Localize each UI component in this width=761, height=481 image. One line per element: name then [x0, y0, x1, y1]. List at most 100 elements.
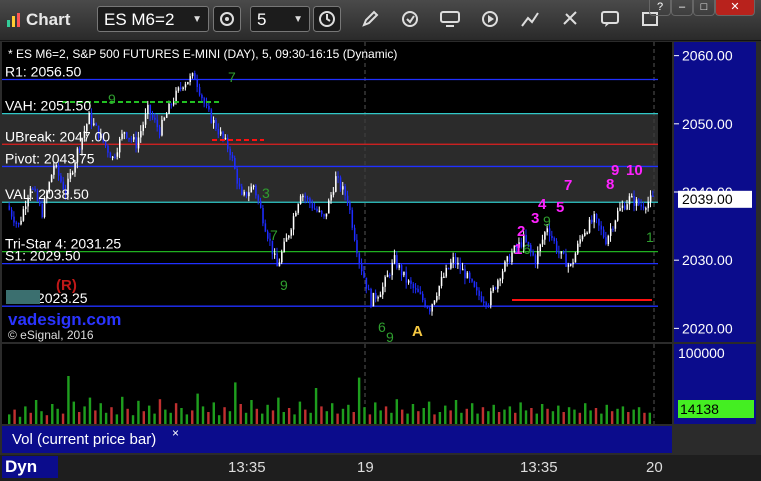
volume-bar: [34, 400, 38, 424]
candle-body: [405, 271, 408, 283]
volume-bar: [540, 404, 544, 424]
candle-body: [290, 229, 292, 236]
volume-bar: [293, 414, 296, 424]
price-chart[interactable]: * ES M6=2, S&P 500 FUTURES E-MINI (DAY),…: [2, 42, 672, 342]
candle-body: [149, 104, 152, 115]
count-label: 9: [108, 91, 116, 107]
get-data-icon[interactable]: [436, 6, 464, 32]
interval-dropdown[interactable]: 5 ▼: [250, 6, 310, 32]
candle-body: [243, 191, 246, 195]
candle-body: [147, 104, 149, 114]
candle-body: [544, 232, 546, 240]
volume-bar: [605, 404, 608, 424]
time-axis-bar: Dyn 13:35 19 13:35 20: [0, 455, 761, 481]
candle-body: [649, 195, 652, 202]
candle-body: [196, 79, 199, 87]
volume-bar: [584, 403, 587, 424]
volume-bar: [417, 411, 420, 424]
maximize-button[interactable]: □: [693, 0, 715, 16]
level-label: R1: 2056.50: [5, 64, 81, 80]
help-button[interactable]: ?: [649, 0, 671, 16]
volume-bar: [363, 407, 366, 424]
symbol-dropdown[interactable]: ES M6=2 ▼: [97, 6, 209, 32]
minimize-button[interactable]: –: [671, 0, 693, 16]
axis-tick-label: 2030.00: [682, 252, 733, 268]
candle-body: [344, 186, 347, 196]
volume-bar: [648, 412, 652, 424]
candle-body: [485, 302, 487, 306]
candle-body: [560, 251, 563, 254]
pencil-icon[interactable]: [356, 6, 384, 32]
candle-body: [217, 128, 220, 135]
clock-icon[interactable]: [313, 6, 341, 32]
count-label: 1: [514, 241, 522, 258]
candle-body: [551, 235, 553, 239]
candle-body: [497, 280, 499, 289]
candle-body: [187, 82, 189, 85]
chart-link-icon[interactable]: [516, 6, 544, 32]
candle-body: [339, 177, 342, 190]
volume-bar: [449, 410, 452, 424]
candle-body: [332, 191, 335, 195]
candle-body: [426, 306, 429, 308]
volume-bar: [519, 402, 522, 424]
volume-bar: [530, 408, 533, 424]
candle-body: [161, 119, 163, 136]
dynamic-mode-button[interactable]: Dyn: [2, 456, 58, 478]
volume-bar: [610, 411, 614, 424]
candle-body: [281, 251, 283, 263]
play-icon[interactable]: [476, 6, 504, 32]
time-label: 20: [646, 459, 663, 476]
candle-body: [534, 255, 537, 265]
candle-body: [335, 176, 337, 192]
candle-body: [17, 222, 20, 225]
candle-body: [72, 172, 74, 175]
volume-bar: [104, 412, 108, 424]
time-label: 19: [357, 459, 374, 476]
candle-body: [443, 276, 445, 279]
tools-icon[interactable]: [556, 6, 584, 32]
volume-bar: [600, 413, 603, 424]
candle-body: [231, 155, 234, 158]
volume-legend[interactable]: Vol (current price bar) ×: [2, 426, 182, 453]
candle-body: [234, 157, 236, 169]
candle-body: [321, 210, 323, 215]
volume-bar: [514, 412, 517, 424]
volume-chart[interactable]: [2, 344, 672, 424]
gear-icon[interactable]: [213, 6, 241, 32]
volume-bar: [153, 413, 156, 424]
volume-bar: [621, 406, 625, 424]
candle-body: [304, 195, 307, 198]
candle-body: [236, 168, 238, 184]
candle-body: [605, 237, 607, 245]
candle-body: [652, 195, 654, 197]
volume-bar: [551, 411, 555, 424]
candle-body: [20, 220, 22, 225]
close-button[interactable]: ✕: [715, 0, 755, 16]
value-area-zone: [2, 113, 658, 203]
candle-body: [297, 204, 300, 213]
close-icon[interactable]: ×: [172, 420, 179, 447]
refresh-icon[interactable]: [396, 6, 424, 32]
candle-body: [285, 237, 288, 242]
volume-bar: [72, 401, 76, 424]
volume-bar: [643, 412, 646, 424]
candle-body: [537, 251, 539, 265]
volume-bar: [115, 414, 119, 424]
candle-body: [337, 176, 339, 178]
candle-body: [400, 265, 403, 276]
volume-bar: [627, 412, 630, 424]
volume-bar: [487, 411, 490, 424]
volume-bar: [400, 409, 404, 424]
candle-body: [119, 138, 121, 153]
candle-body: [278, 262, 281, 267]
candle-body: [645, 208, 647, 210]
candle-body: [584, 232, 586, 236]
candle-body: [210, 109, 213, 123]
candle-body: [238, 183, 241, 187]
comment-icon[interactable]: [596, 6, 624, 32]
volume-bar: [88, 397, 92, 424]
candle-body: [466, 272, 469, 279]
candle-body: [250, 186, 253, 193]
axis-tick-label: 2050.00: [682, 116, 733, 132]
